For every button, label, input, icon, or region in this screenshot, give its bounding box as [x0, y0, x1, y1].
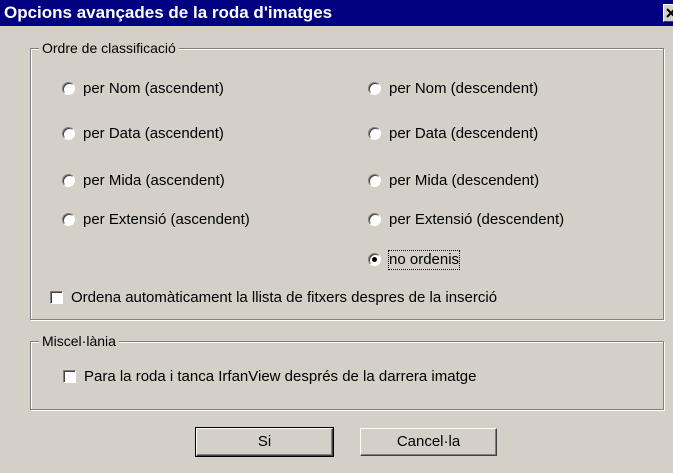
radio-button[interactable] — [368, 174, 381, 187]
radio-label: per Data (ascendent) — [83, 125, 224, 142]
sort-order-group-title: Ordre de classificació — [39, 40, 179, 56]
cancel-button[interactable]: Cancel·la — [360, 428, 497, 456]
radio-selected-dot — [372, 257, 377, 262]
radio-button[interactable] — [368, 82, 381, 95]
radio-button[interactable] — [368, 253, 381, 266]
checkbox-label: Ordena automàticament la llista de fitxe… — [71, 289, 498, 306]
radio-label: per Mida (ascendent) — [83, 172, 225, 189]
radio-button[interactable] — [62, 82, 75, 95]
misc-group-title: Miscel·lània — [39, 333, 119, 349]
radio-label: per Mida (descendent) — [389, 172, 540, 189]
radio-label: per Nom (descendent) — [389, 80, 539, 97]
close-icon[interactable] — [663, 4, 673, 22]
checkbox-label: Para la roda i tanca IrfanView després d… — [84, 368, 477, 385]
radio-button[interactable] — [62, 127, 75, 140]
radio-label: no ordenis — [387, 250, 461, 270]
radio-button[interactable] — [368, 127, 381, 140]
checkbox[interactable] — [50, 291, 63, 304]
radio-button[interactable] — [62, 213, 75, 226]
radio-label: per Nom (ascendent) — [83, 80, 224, 97]
dialog-window: Opcions avançades de la roda d'imatges O… — [0, 0, 673, 473]
ok-button[interactable]: Si — [195, 427, 334, 457]
radio-label: per Extensió (descendent) — [389, 211, 565, 228]
title-bar[interactable]: Opcions avançades de la roda d'imatges — [0, 0, 673, 26]
window-title: Opcions avançades de la roda d'imatges — [4, 3, 333, 22]
radio-label: per Data (descendent) — [389, 125, 539, 142]
radio-label: per Extensió (ascendent) — [83, 211, 250, 228]
radio-button[interactable] — [62, 174, 75, 187]
radio-button[interactable] — [368, 213, 381, 226]
checkbox[interactable] — [63, 370, 76, 383]
